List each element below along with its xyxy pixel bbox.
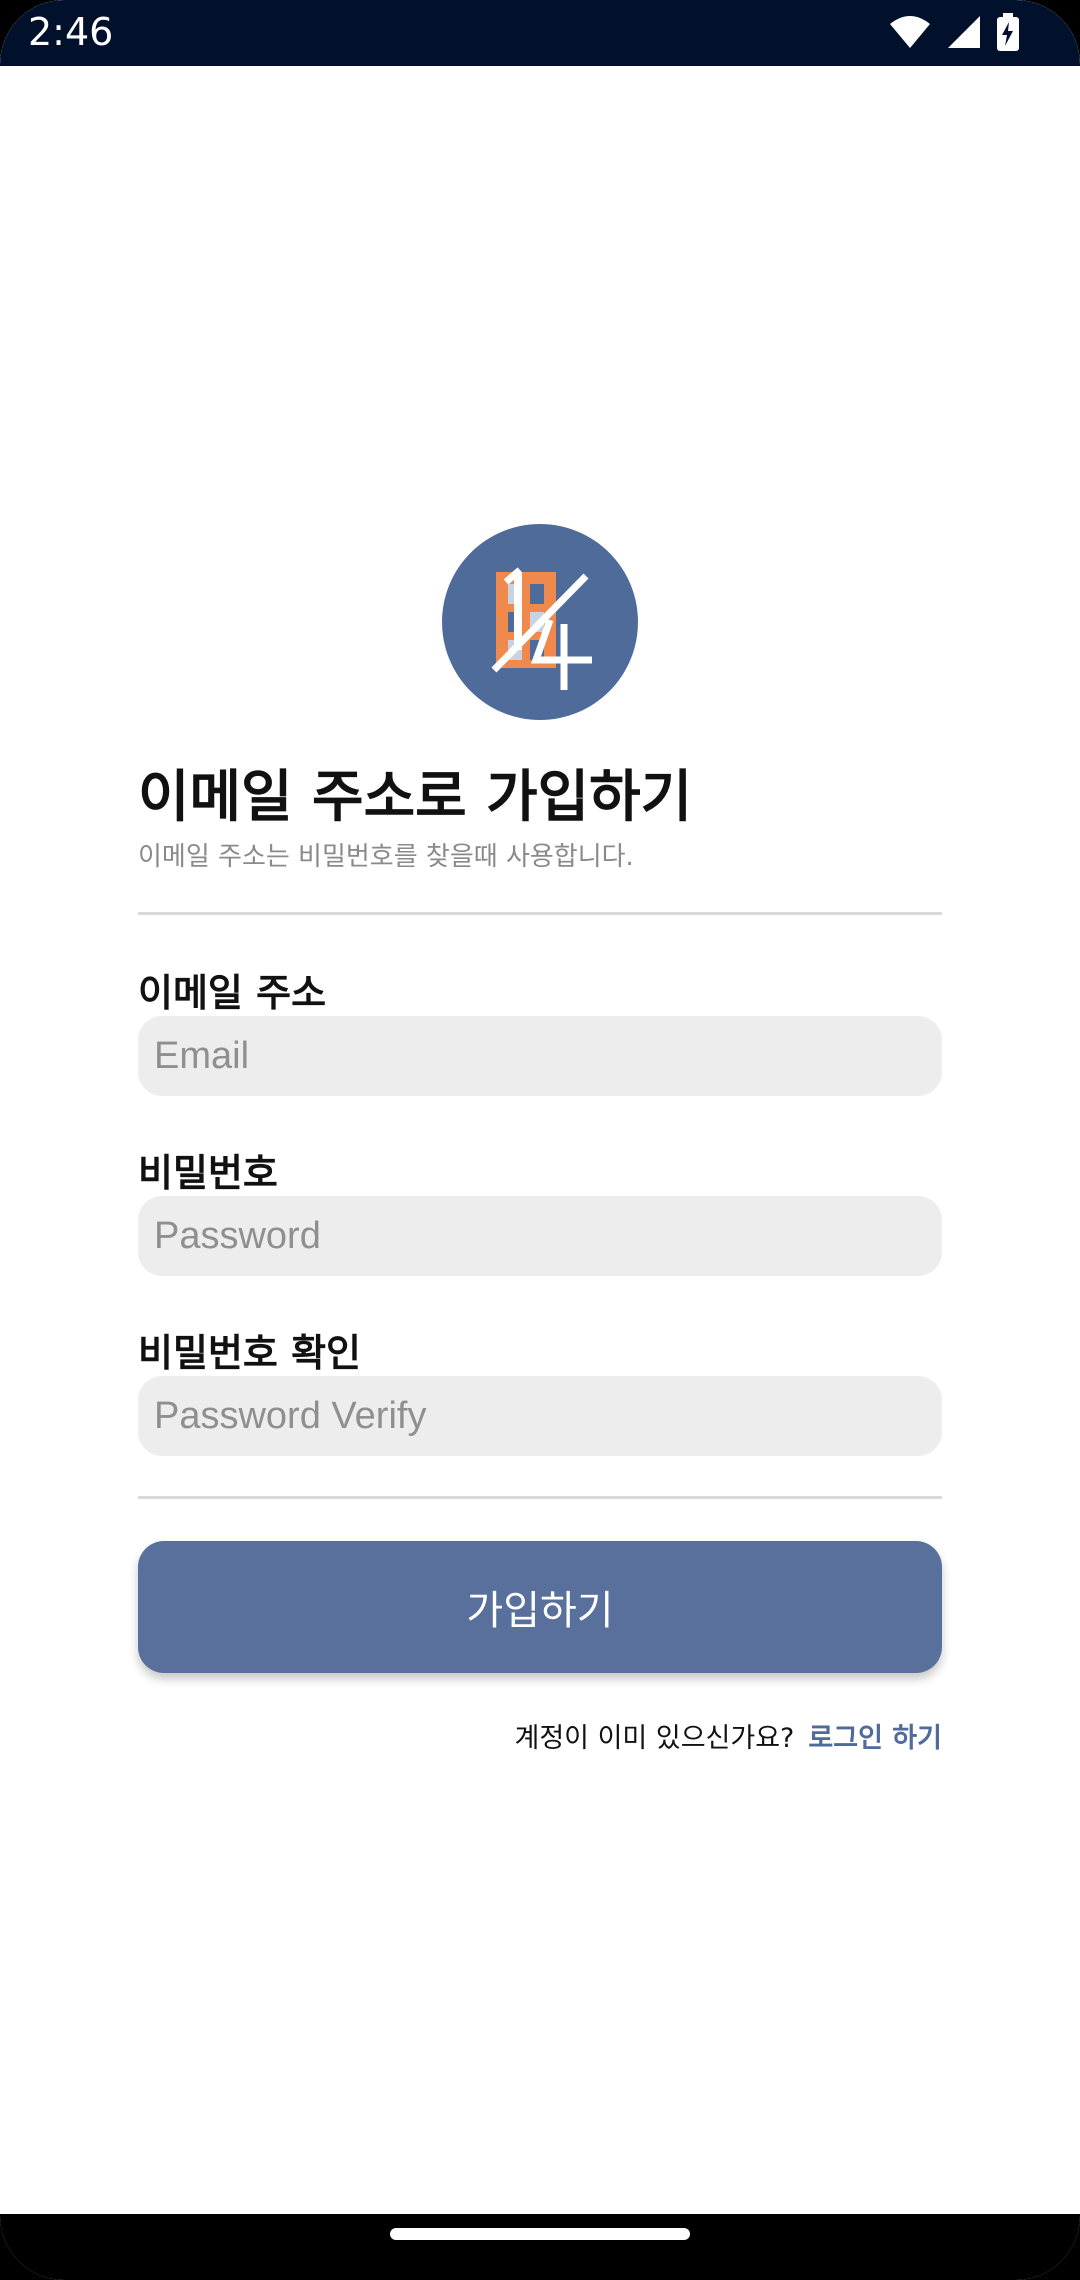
home-handle[interactable]	[390, 2228, 690, 2240]
screen: 2:46 이메일 주소로 가입하기 이메일 주소는 비밀번호를 찾을때 사용합니…	[0, 0, 1080, 2280]
page-subtitle: 이메일 주소는 비밀번호를 찾을때 사용합니다.	[138, 842, 634, 872]
wifi-icon	[890, 16, 930, 48]
password-verify-field[interactable]	[138, 1376, 942, 1456]
signup-button-label: 가입하기	[466, 1588, 614, 1634]
signal-icon	[948, 16, 980, 48]
top-divider	[138, 912, 942, 915]
email-field[interactable]	[138, 1016, 942, 1096]
navigation-bar	[0, 2214, 1080, 2280]
login-prompt-text: 계정이 이미 있으신가요?	[514, 1723, 795, 1754]
app-logo-icon	[442, 524, 638, 720]
status-icons	[888, 12, 1020, 52]
page-title: 이메일 주소로 가입하기	[138, 765, 693, 830]
app-logo-graphic	[491, 567, 592, 690]
status-bar: 2:46	[0, 0, 1080, 66]
password-label: 비밀번호	[138, 1151, 278, 1195]
password-field[interactable]	[138, 1196, 942, 1276]
battery-charging-icon	[997, 13, 1019, 51]
password-verify-label: 비밀번호 확인	[138, 1331, 361, 1375]
login-link[interactable]: 로그인 하기	[808, 1716, 942, 1755]
status-time: 2:46	[28, 10, 114, 54]
login-prompt: 계정이 이미 있으신가요? 로그인 하기	[514, 1716, 942, 1755]
bottom-divider	[138, 1496, 942, 1499]
signup-button[interactable]: 가입하기	[138, 1541, 942, 1673]
email-label: 이메일 주소	[138, 971, 327, 1015]
